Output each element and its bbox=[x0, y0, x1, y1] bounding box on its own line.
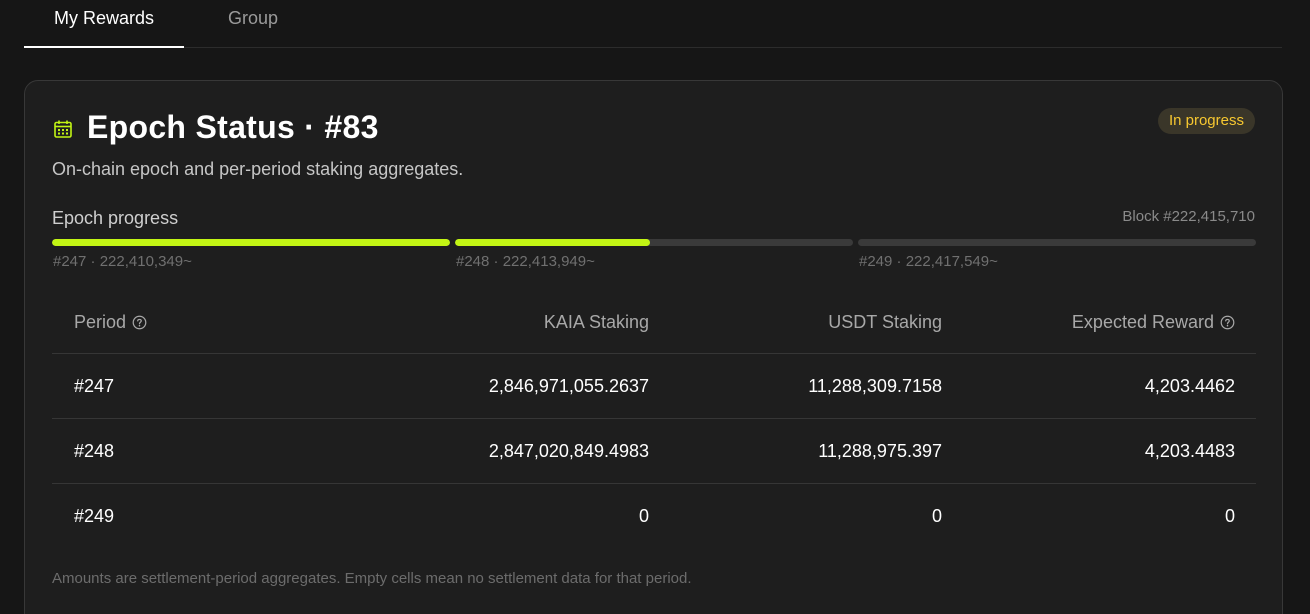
usdt-staking-cell: 0 bbox=[931, 506, 942, 526]
segment-caption-249: #249 · 222,417,549~ bbox=[859, 253, 998, 270]
usdt-staking-cell: 11,288,975.397 bbox=[818, 440, 942, 461]
kaia-staking-cell: 0 bbox=[638, 506, 649, 526]
epoch-status-card: Epoch Status · #83 In progress On-chain … bbox=[24, 80, 1283, 614]
kaia-staking-cell: 2,847,020,849.4983 bbox=[488, 440, 649, 461]
period-cell: #249 bbox=[74, 506, 115, 526]
progress-segment-248 bbox=[455, 239, 853, 246]
epoch-progress-label: Epoch progress bbox=[52, 208, 179, 228]
column-header-label: Period bbox=[74, 311, 127, 332]
segment-caption-248: #248 · 222,413,949~ bbox=[456, 253, 595, 270]
help-icon[interactable] bbox=[132, 315, 147, 330]
help-icon[interactable] bbox=[1220, 315, 1235, 330]
expected-reward-cell: 4,203.4462 bbox=[1144, 375, 1235, 396]
column-header-usdt-staking: USDT Staking bbox=[828, 311, 942, 332]
usdt-staking-cell: 11,288,309.7158 bbox=[808, 375, 942, 396]
expected-reward-cell: 0 bbox=[1224, 506, 1235, 526]
card-title: Epoch Status · #83 bbox=[87, 109, 379, 145]
column-header-kaia-staking: KAIA Staking bbox=[543, 311, 649, 332]
progress-segment-247 bbox=[52, 239, 450, 246]
table-footnote: Amounts are settlement-period aggregates… bbox=[52, 570, 692, 587]
tab-bar: My Rewards Group bbox=[24, 0, 1282, 48]
table-row: #249 0 0 0 bbox=[52, 484, 1256, 549]
period-cell: #247 bbox=[74, 375, 115, 396]
staking-table: Period KAIA Staking USDT Staking Expecte… bbox=[52, 291, 1256, 549]
progress-fill-248 bbox=[455, 239, 651, 246]
current-block-label: Block #222,415,710 bbox=[1122, 208, 1255, 225]
segment-caption-247: #247 · 222,410,349~ bbox=[53, 253, 192, 270]
status-badge: In progress bbox=[1157, 108, 1255, 134]
column-header-expected-reward: Expected Reward bbox=[1072, 291, 1235, 353]
progress-segment-249 bbox=[858, 239, 1256, 246]
kaia-staking-cell: 2,846,971,055.2637 bbox=[488, 375, 649, 396]
period-cell: #248 bbox=[74, 440, 115, 461]
tab-group[interactable]: Group bbox=[202, 0, 304, 48]
table-row: #248 2,847,020,849.4983 11,288,975.397 4… bbox=[52, 419, 1256, 484]
calendar-icon bbox=[54, 120, 72, 138]
expected-reward-cell: 4,203.4483 bbox=[1144, 440, 1235, 461]
card-subtitle: On-chain epoch and per-period staking ag… bbox=[52, 159, 464, 179]
table-header-row: Period KAIA Staking USDT Staking Expecte… bbox=[52, 291, 1256, 354]
column-header-period: Period bbox=[74, 291, 147, 353]
column-header-label: Expected Reward bbox=[1071, 311, 1214, 332]
tab-my-rewards[interactable]: My Rewards bbox=[24, 0, 184, 48]
progress-fill-247 bbox=[52, 239, 450, 246]
table-row: #247 2,846,971,055.2637 11,288,309.7158 … bbox=[52, 354, 1256, 419]
